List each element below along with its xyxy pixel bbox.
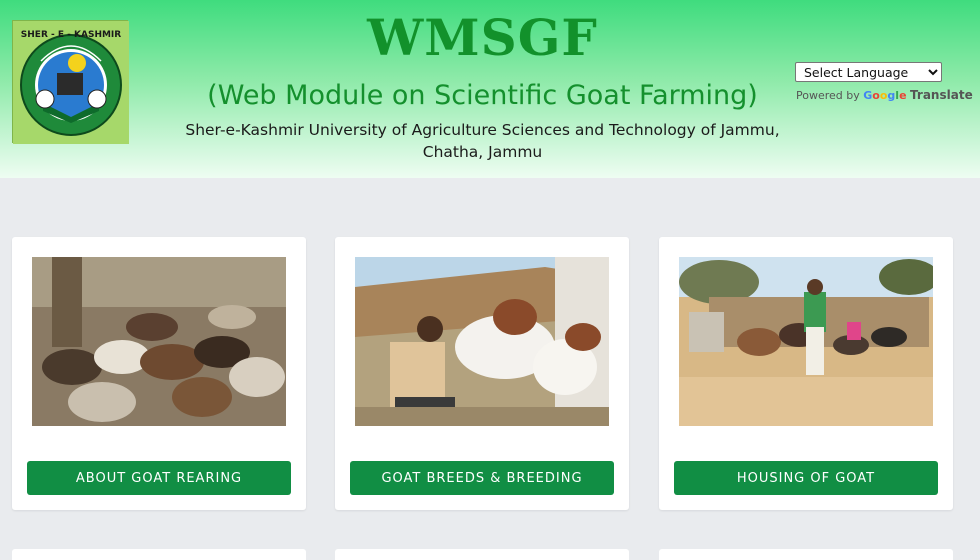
site-header: SHER - E - KASHMIR WMSGF (Web Module on … <box>0 0 980 178</box>
card-partial <box>335 549 629 560</box>
powered-by-text: Powered by <box>796 89 860 102</box>
card-partial <box>12 549 306 560</box>
language-select[interactable]: Select Language <box>795 62 942 82</box>
translate-link[interactable]: Translate <box>910 88 973 102</box>
card-about-goat-rearing: ABOUT GOAT REARING <box>12 237 306 510</box>
university-name: Sher-e-Kashmir University of Agriculture… <box>185 121 780 161</box>
goat-housing-photo[interactable] <box>679 257 933 426</box>
goat-herd-photo[interactable] <box>32 257 286 426</box>
goat-breeding-photo[interactable] <box>355 257 609 426</box>
site-title: WMSGF <box>367 8 598 67</box>
goat-breeds-breeding-button[interactable]: GOAT BREEDS & BREEDING <box>350 461 614 495</box>
housing-of-goat-button[interactable]: HOUSING OF GOAT <box>674 461 938 495</box>
about-goat-rearing-button[interactable]: ABOUT GOAT REARING <box>27 461 291 495</box>
card-goat-breeds-breeding: GOAT BREEDS & BREEDING <box>335 237 629 510</box>
card-partial <box>659 549 953 560</box>
card-housing-of-goat: HOUSING OF GOAT <box>659 237 953 510</box>
google-logo[interactable]: Google <box>863 89 906 102</box>
google-translate-attribution: Powered by Google Translate <box>796 88 973 102</box>
